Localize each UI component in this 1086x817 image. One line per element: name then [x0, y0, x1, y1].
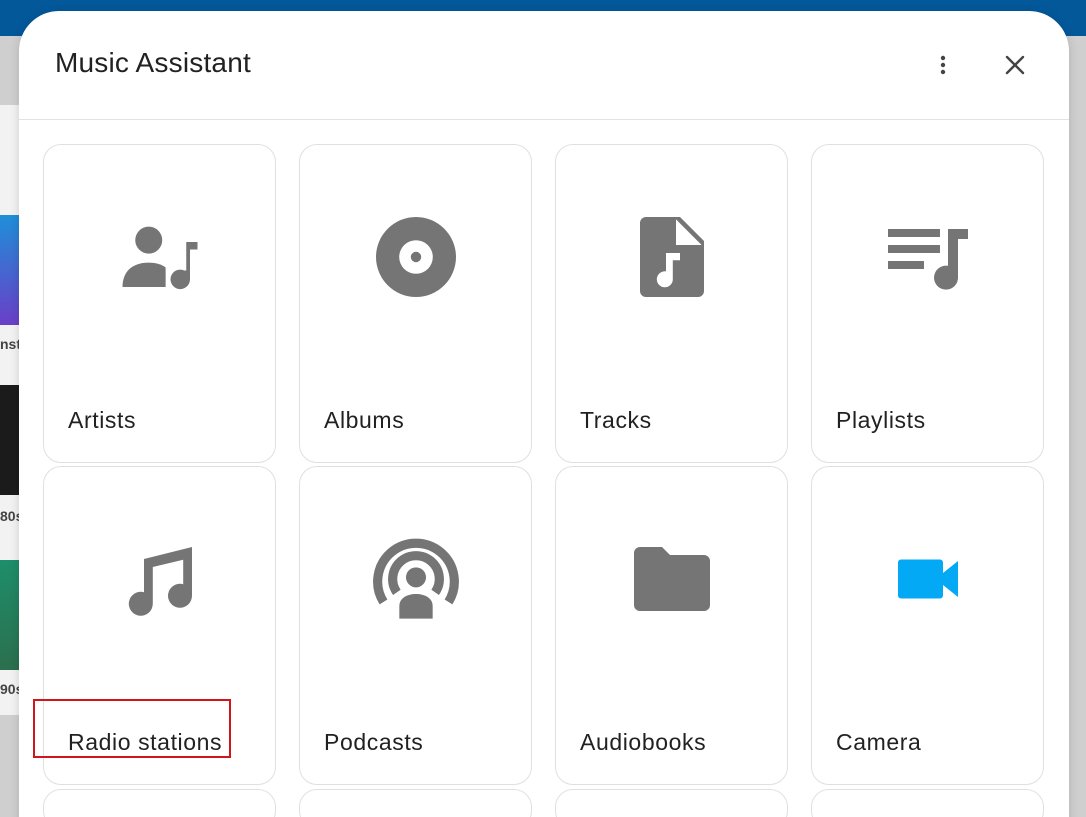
album-icon: [375, 217, 456, 297]
category-card-tracks[interactable]: Tracks: [555, 144, 788, 463]
category-label: Audiobooks: [580, 729, 707, 755]
category-card-audiobooks[interactable]: Audiobooks: [555, 466, 788, 785]
folder-icon: [633, 547, 710, 611]
more-vert-icon: [940, 55, 946, 75]
category-card[interactable]: [555, 789, 788, 817]
video-camera-icon: [897, 559, 958, 599]
category-card[interactable]: [811, 789, 1044, 817]
background-thumbnail: [0, 215, 20, 325]
background-caption: nst: [0, 336, 21, 352]
category-card-artists[interactable]: Artists: [43, 144, 276, 463]
category-card-playlists[interactable]: Playlists: [811, 144, 1044, 463]
category-label: Camera: [836, 729, 922, 755]
artist-music-icon: [122, 226, 197, 290]
category-card-albums[interactable]: Albums: [299, 144, 532, 463]
category-label: Tracks: [580, 407, 652, 433]
more-options-button[interactable]: [923, 45, 963, 85]
category-card[interactable]: [43, 789, 276, 817]
dialog-header: Music Assistant: [19, 11, 1069, 120]
category-card-podcasts[interactable]: Podcasts: [299, 466, 532, 785]
selection-highlight-box: [33, 699, 231, 758]
close-icon: [1005, 55, 1025, 75]
podcast-icon: [372, 538, 459, 619]
category-label: Podcasts: [324, 729, 424, 755]
background-thumbnail: [0, 560, 20, 670]
music-assistant-dialog: Music Assistant Artists Albums Tracks Pl…: [19, 11, 1069, 817]
playlist-music-icon: [887, 229, 968, 290]
music-notes-icon: [128, 547, 192, 616]
category-card-camera[interactable]: Camera: [811, 466, 1044, 785]
category-label: Albums: [324, 407, 405, 433]
music-file-icon: [639, 217, 704, 297]
background-thumbnail: [0, 385, 20, 495]
category-card[interactable]: [299, 789, 532, 817]
dialog-title: Music Assistant: [55, 47, 251, 78]
close-button[interactable]: [995, 45, 1035, 85]
category-label: Playlists: [836, 407, 926, 433]
category-label: Artists: [68, 407, 137, 433]
